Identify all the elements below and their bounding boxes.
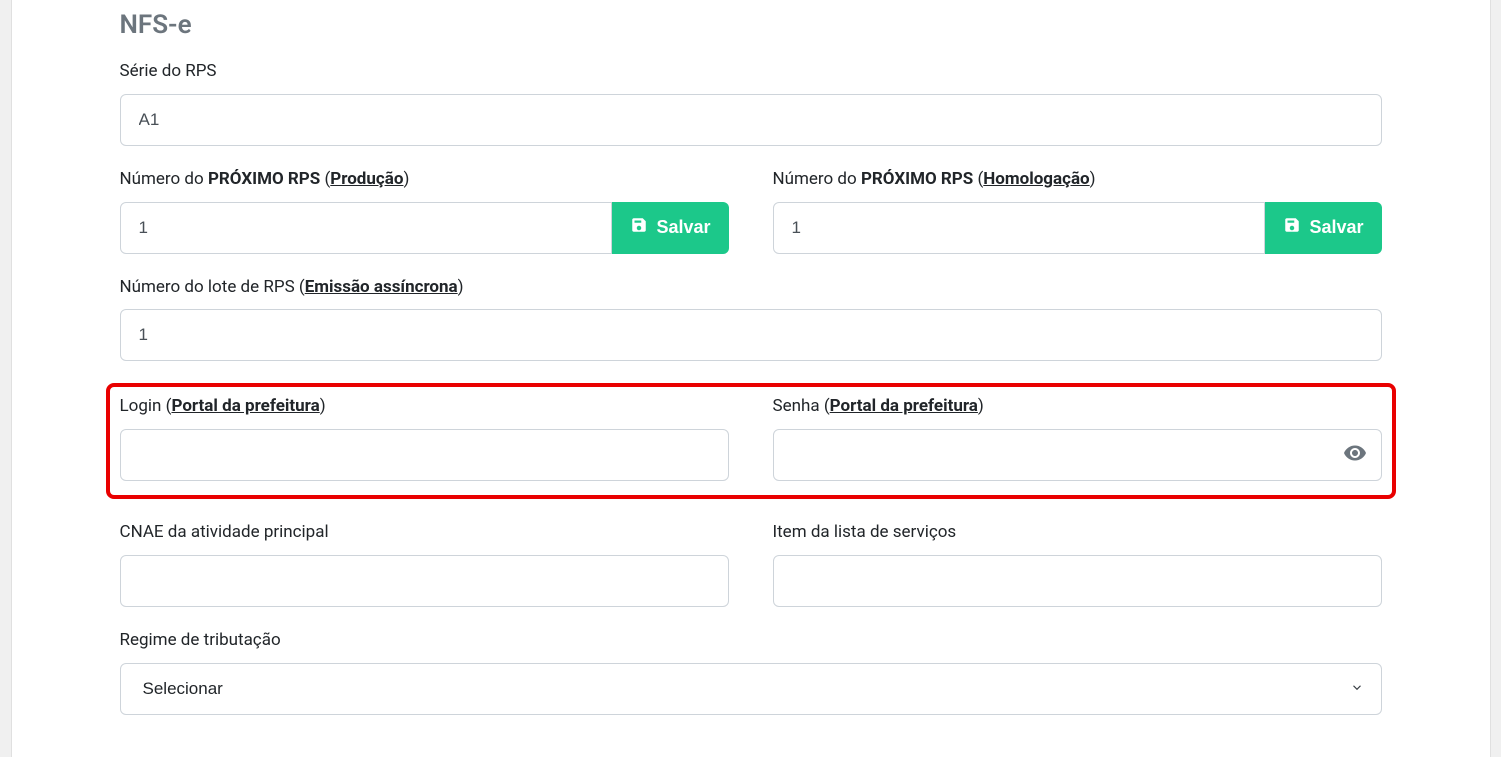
- label-lote-rps: Número do lote de RPS (Emissão assíncron…: [120, 276, 1382, 300]
- highlight-login-senha: Login (Portal da prefeitura) Senha (Port…: [106, 383, 1396, 499]
- label-regime-tributacao: Regime de tributação: [120, 629, 1382, 653]
- item-lista-input[interactable]: [773, 555, 1382, 607]
- label-login-portal: Login (Portal da prefeitura): [120, 395, 729, 419]
- proximo-rps-homolog-input[interactable]: [773, 202, 1266, 254]
- link-portal-prefeitura-login[interactable]: Portal da prefeitura: [171, 396, 319, 416]
- label-serie-rps: Série do RPS: [120, 60, 1382, 84]
- lote-rps-input[interactable]: [120, 309, 1382, 361]
- save-homolog-button[interactable]: Salvar: [1265, 202, 1381, 254]
- save-producao-button[interactable]: Salvar: [612, 202, 728, 254]
- save-icon: [630, 216, 648, 239]
- eye-icon: [1343, 441, 1367, 469]
- link-homologacao[interactable]: Homologação: [983, 169, 1089, 189]
- label-cnae: CNAE da atividade principal: [120, 521, 729, 545]
- link-portal-prefeitura-senha[interactable]: Portal da prefeitura: [830, 396, 978, 416]
- link-producao[interactable]: Produção: [330, 169, 403, 189]
- label-item-lista: Item da lista de serviços: [773, 521, 1382, 545]
- proximo-rps-producao-input[interactable]: [120, 202, 613, 254]
- regime-tributacao-select[interactable]: Selecionar: [120, 663, 1382, 715]
- label-proximo-rps-producao: Número do PRÓXIMO RPS (Produção): [120, 168, 729, 192]
- serie-rps-input[interactable]: [120, 94, 1382, 146]
- label-proximo-rps-homolog: Número do PRÓXIMO RPS (Homologação): [773, 168, 1382, 192]
- save-icon: [1283, 216, 1301, 239]
- link-emissao-assincrona[interactable]: Emissão assíncrona: [305, 277, 458, 297]
- login-portal-input[interactable]: [120, 429, 729, 481]
- label-senha-portal: Senha (Portal da prefeitura): [773, 395, 1382, 419]
- cnae-input[interactable]: [120, 555, 729, 607]
- toggle-password-visibility-button[interactable]: [1342, 442, 1368, 468]
- senha-portal-input[interactable]: [773, 429, 1382, 481]
- section-title-nfse: NFS-e: [120, 10, 1382, 40]
